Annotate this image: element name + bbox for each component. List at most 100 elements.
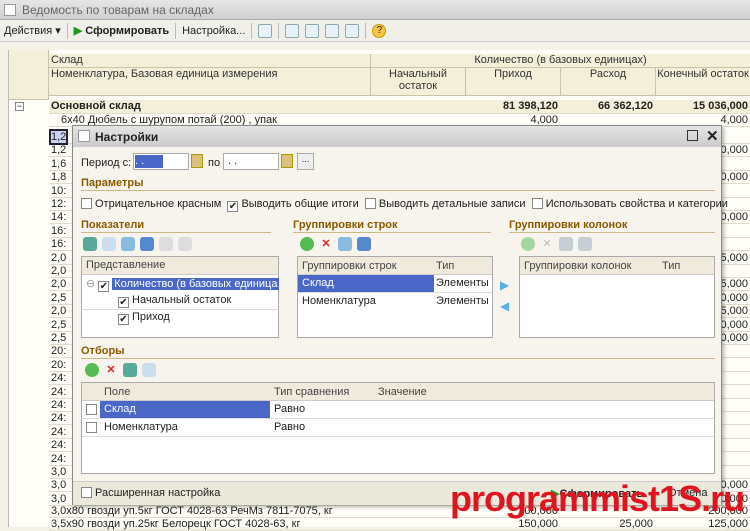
row-name: 24: xyxy=(51,412,67,425)
row-name: 2,5 xyxy=(51,332,67,344)
row-name: 16: xyxy=(51,224,67,237)
delete-icon[interactable]: ✕ xyxy=(319,237,333,251)
negative-red-checkbox[interactable]: Отрицательное красным xyxy=(81,198,221,210)
table-icon[interactable] xyxy=(305,23,320,38)
filters-title: Отборы xyxy=(81,345,715,359)
delete-icon[interactable]: ✕ xyxy=(540,237,554,251)
show-details-checkbox[interactable]: Выводить детальные записи xyxy=(364,198,526,210)
calendar-icon[interactable] xyxy=(281,154,293,168)
row-name: 2,0 xyxy=(51,251,67,264)
period-select-button[interactable]: ... xyxy=(297,153,314,170)
col-header: Поле xyxy=(104,386,131,398)
gutter-header xyxy=(9,50,49,100)
add-icon[interactable] xyxy=(521,237,535,251)
col-header: Значение xyxy=(378,386,427,398)
generate-button[interactable]: ▶ Сформировать xyxy=(74,24,169,37)
row-name: 2,0 xyxy=(51,278,67,291)
move-up-icon[interactable] xyxy=(559,237,573,251)
dialog-icon xyxy=(78,130,90,142)
tree-item[interactable]: ✔ Приход xyxy=(82,310,278,327)
header-item: Номенклатура, Базовая единица измерения xyxy=(49,68,371,96)
period-from-input[interactable]: . . xyxy=(133,153,189,170)
maximize-icon[interactable] xyxy=(687,130,698,141)
col-header: Группировки колонок xyxy=(524,260,632,272)
total-name: Основной склад xyxy=(51,100,141,112)
col-groups-table: Группировки колонок Тип xyxy=(519,256,715,338)
settings-button[interactable]: Настройка... xyxy=(182,25,245,37)
dialog-title: Настройки xyxy=(95,130,159,144)
table-row[interactable]: Склад Равно xyxy=(82,401,714,419)
move-down-icon[interactable] xyxy=(140,237,154,251)
col-header: Группировки строк xyxy=(302,260,397,272)
calendar-icon[interactable] xyxy=(191,154,203,168)
help-icon[interactable]: ? xyxy=(372,23,387,38)
report-icon[interactable] xyxy=(258,23,273,38)
import-icon[interactable] xyxy=(345,23,360,38)
move-down-icon[interactable] xyxy=(578,237,592,251)
indicators-title: Показатели xyxy=(81,219,271,233)
row-name: 20: xyxy=(51,358,67,371)
show-totals-checkbox[interactable]: ✔ Выводить общие итоги xyxy=(227,198,359,212)
check-all-icon[interactable] xyxy=(123,363,137,377)
check-all-icon[interactable] xyxy=(83,237,97,251)
tree-item[interactable]: ⊖ ✔ Количество (в базовых единица xyxy=(82,275,280,293)
period-to-input[interactable]: . . xyxy=(223,153,279,170)
tree-icon[interactable] xyxy=(285,23,300,38)
row-name: 1,8 xyxy=(51,171,67,184)
move-up-icon[interactable] xyxy=(121,237,135,251)
delete-icon[interactable]: ✕ xyxy=(104,363,118,377)
use-properties-checkbox[interactable]: Использовать свойства и категории xyxy=(531,198,728,210)
period-from-label: Период с: xyxy=(81,157,132,169)
row-name: 3,0 xyxy=(51,492,67,505)
add-icon[interactable] xyxy=(85,363,99,377)
header-in: Приход xyxy=(466,68,561,96)
row-name: 2,5 xyxy=(51,291,67,304)
row-name: 2,5 xyxy=(51,318,67,331)
row-name: 1,2 xyxy=(51,144,67,157)
window-title-bar: Ведомость по товарам на складах xyxy=(0,0,750,20)
move-down-icon[interactable] xyxy=(357,237,371,251)
indicators-col-header: Представление xyxy=(82,257,278,275)
row-name: 24: xyxy=(51,385,67,398)
indicators-toolbar xyxy=(83,237,197,251)
toolbar: Действия ▾ ▶ Сформировать Настройка... ? xyxy=(0,20,750,42)
row-name: 3,0 xyxy=(51,466,67,478)
total-row[interactable]: Основной склад 81 398,120 66 362,120 15 … xyxy=(49,100,750,114)
sort-desc-icon[interactable] xyxy=(178,237,192,251)
row-name: 1,2 xyxy=(48,129,69,145)
table-row[interactable]: Номенклатура Элементы xyxy=(298,293,492,311)
move-right-icon[interactable]: ▶ xyxy=(500,278,509,292)
col-groups-title: Группировки колонок xyxy=(509,219,715,233)
total-in: 81 398,120 xyxy=(502,100,558,112)
table-row[interactable]: Номенклатура Равно xyxy=(82,419,714,437)
total-end: 15 036,000 xyxy=(692,100,748,112)
row-name: 1,6 xyxy=(51,157,67,170)
add-icon[interactable] xyxy=(300,237,314,251)
export-icon[interactable] xyxy=(325,23,340,38)
actions-menu[interactable]: Действия ▾ xyxy=(4,24,61,37)
row-checkbox[interactable] xyxy=(86,404,97,415)
col-groups-toolbar: ✕ xyxy=(521,237,597,251)
row-name: 10: xyxy=(51,184,67,197)
uncheck-all-icon[interactable] xyxy=(102,237,116,251)
advanced-checkbox[interactable]: Расширенная настройка xyxy=(81,487,220,499)
uncheck-all-icon[interactable] xyxy=(142,363,156,377)
row-name: 20: xyxy=(51,345,67,358)
row-name: 2,0 xyxy=(51,265,67,277)
dialog-title-bar: Настройки ✕ xyxy=(73,126,721,147)
header-group: Склад xyxy=(49,54,371,68)
window-title: Ведомость по товарам на складах xyxy=(22,3,214,17)
params-checkboxes: Отрицательное красным ✔ Выводить общие ит… xyxy=(81,198,728,212)
sort-asc-icon[interactable] xyxy=(159,237,173,251)
tree-item[interactable]: ✔ Начальный остаток xyxy=(82,293,278,310)
period-from-value: . . xyxy=(135,155,163,168)
move-up-icon[interactable] xyxy=(338,237,352,251)
table-row[interactable]: Склад Элементы xyxy=(298,275,492,293)
row-name: 12: xyxy=(51,198,67,210)
close-icon[interactable]: ✕ xyxy=(706,127,719,145)
collapse-toggle[interactable]: − xyxy=(15,102,24,111)
row-checkbox[interactable] xyxy=(86,422,97,433)
row-groups-title: Группировки строк xyxy=(293,219,491,233)
row-name: 24: xyxy=(51,399,67,411)
move-left-icon[interactable]: ◀ xyxy=(500,299,509,313)
